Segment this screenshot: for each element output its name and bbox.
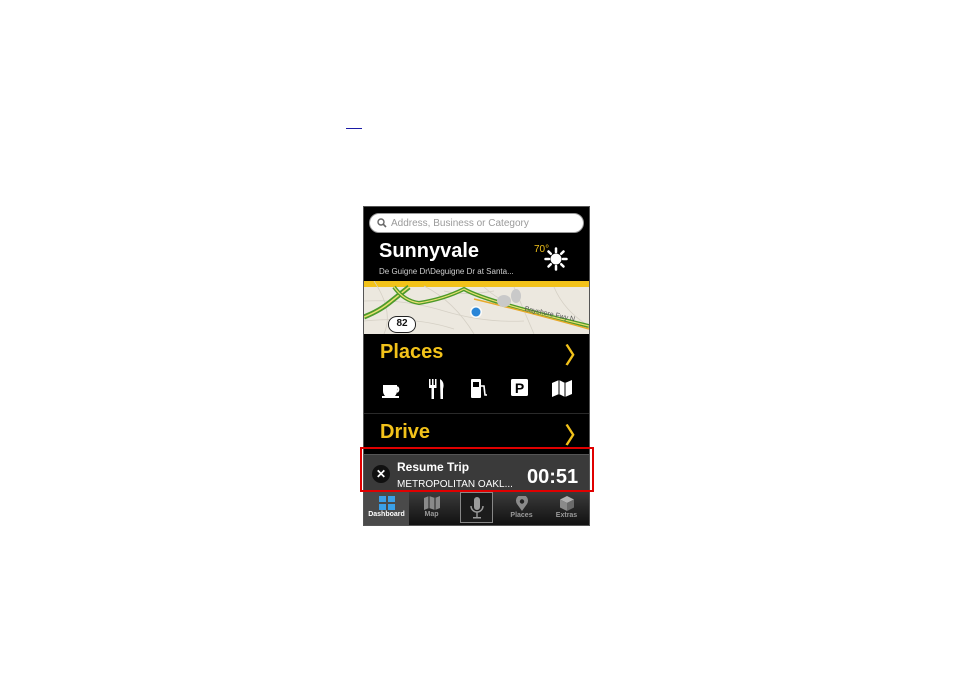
route-shield: 82 <box>388 316 416 333</box>
tab-map[interactable]: Map <box>409 492 454 525</box>
map-icon[interactable] <box>552 380 572 397</box>
dashboard-icon <box>378 496 395 510</box>
extras-cube-icon <box>559 496 574 511</box>
city-name: Sunnyvale <box>379 240 480 262</box>
tab-bar: Dashboard Map Places Extras <box>364 492 589 525</box>
tab-label: Map <box>424 511 439 518</box>
restaurant-icon[interactable] <box>428 379 446 399</box>
tab-places[interactable]: Places <box>499 492 544 525</box>
parking-icon[interactable]: P <box>511 379 529 397</box>
svg-text:P: P <box>515 380 524 396</box>
sun-icon <box>544 247 568 271</box>
tab-label: Dashboard <box>368 511 405 518</box>
search-bar[interactable]: Address, Business or Category <box>369 213 584 233</box>
tab-label: Extras <box>555 512 578 519</box>
search-input[interactable]: Address, Business or Category <box>391 218 529 229</box>
highlight-box <box>360 447 594 492</box>
places-pin-icon <box>515 496 528 511</box>
tab-voice[interactable] <box>460 492 493 523</box>
search-icon <box>377 218 387 228</box>
current-address: De Guigne Dr\Deguigne Dr at Santa... <box>379 267 514 276</box>
coffee-icon[interactable] <box>382 382 404 398</box>
tab-extras[interactable]: Extras <box>544 492 589 525</box>
places-chevron-icon[interactable]: 〉 <box>565 338 587 370</box>
microphone-icon <box>469 497 484 519</box>
gas-icon[interactable] <box>470 379 488 399</box>
tab-label: Places <box>510 512 533 519</box>
places-category-row: P <box>364 377 589 403</box>
top-link-underline[interactable] <box>346 128 362 129</box>
drive-chevron-icon[interactable]: 〉 <box>565 418 587 450</box>
map-icon <box>423 496 440 510</box>
tab-dashboard[interactable]: Dashboard <box>364 492 409 525</box>
drive-title[interactable]: Drive <box>380 421 430 444</box>
section-divider <box>364 413 589 414</box>
places-title[interactable]: Places <box>380 341 443 364</box>
